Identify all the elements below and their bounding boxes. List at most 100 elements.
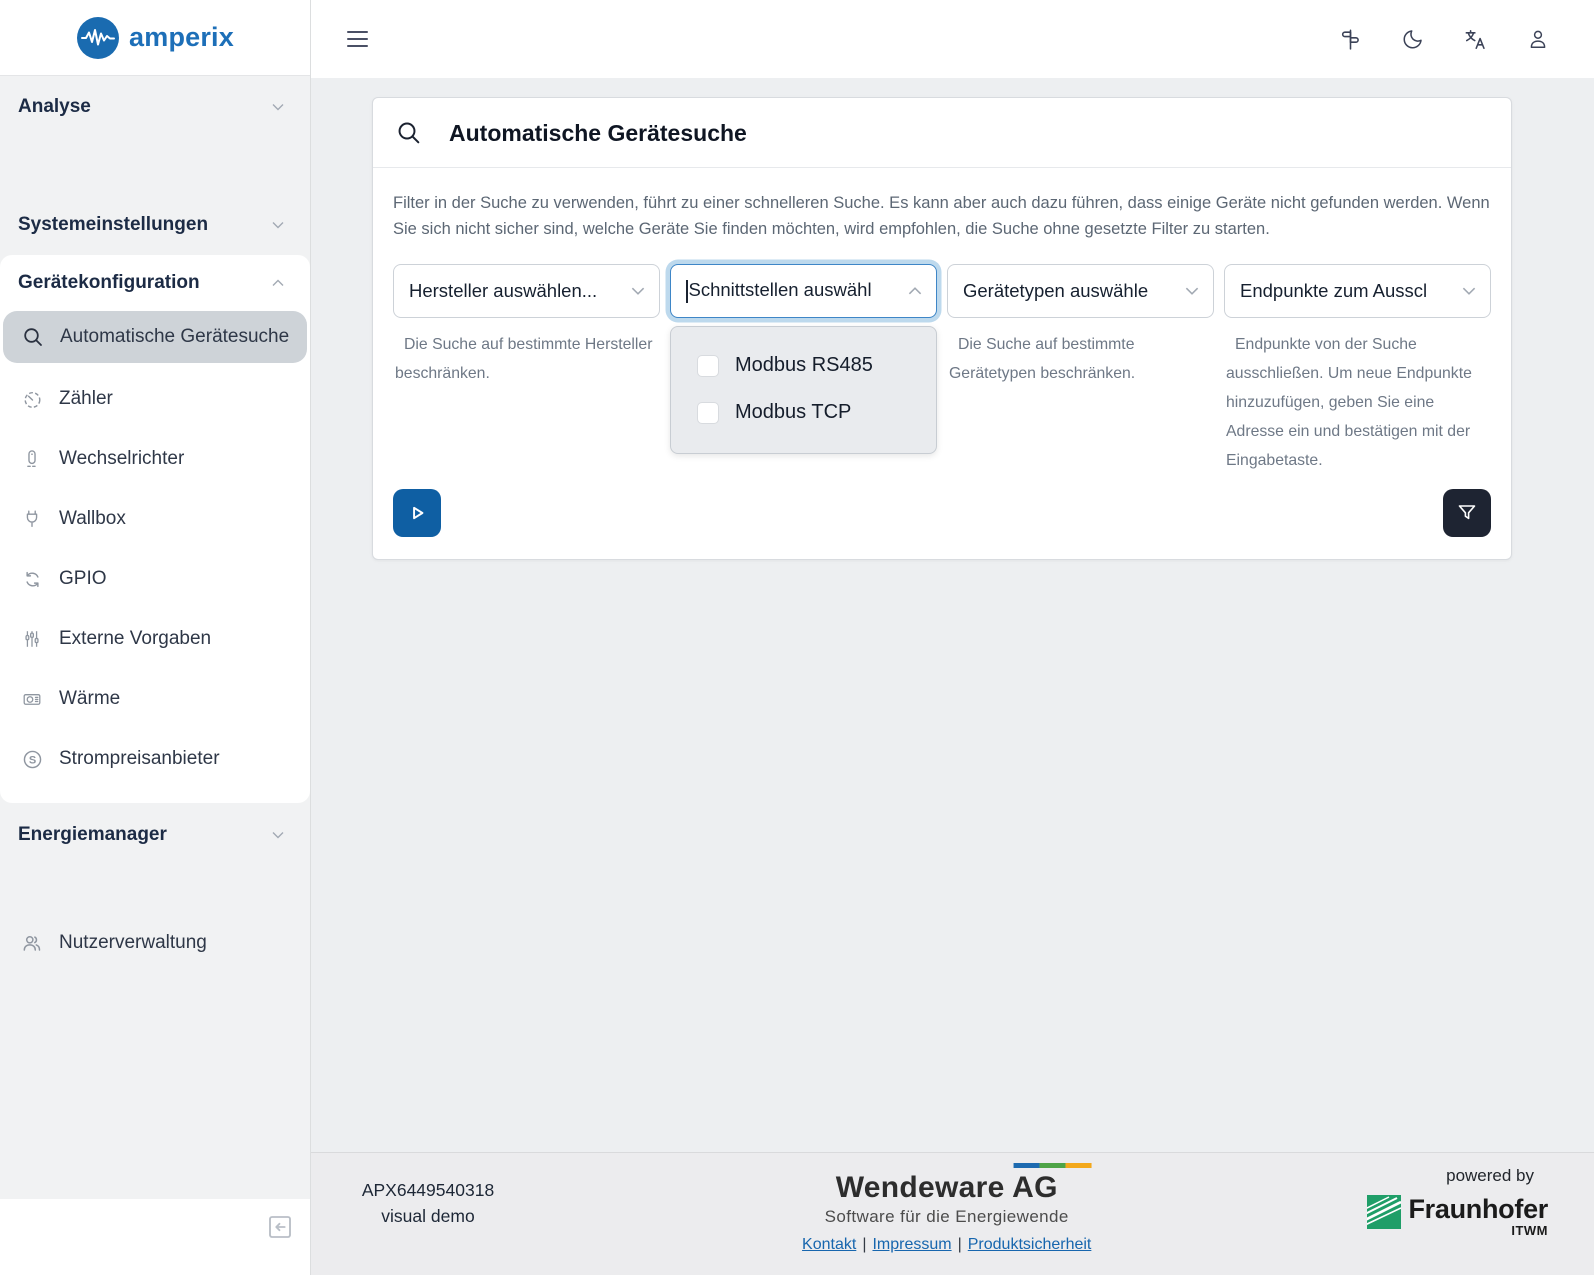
search-icon — [395, 119, 423, 147]
sidebar-item-waerme[interactable]: Wärme — [0, 669, 310, 729]
card-header: Automatische Gerätesuche — [373, 98, 1511, 168]
cycle-arrows-icon — [20, 568, 44, 591]
language-button[interactable] — [1463, 27, 1488, 52]
section-label: Systemeinstellungen — [18, 214, 208, 236]
filter-row: Hersteller auswählen... Die Suche auf be… — [393, 264, 1491, 475]
helper-text: Die Suche auf bestimmte Gerätetypen besc… — [949, 330, 1212, 388]
sidebar-item-label: GPIO — [59, 568, 107, 590]
sidebar-item-label: Zähler — [59, 388, 113, 410]
amperix-logo-icon — [76, 16, 120, 60]
page-footer: APX6449540318 visual demo Wendeware AG S… — [311, 1152, 1594, 1275]
meter-icon — [20, 388, 44, 411]
start-search-button[interactable] — [393, 489, 441, 537]
chevron-down-icon — [270, 99, 286, 115]
account-button[interactable] — [1526, 27, 1550, 51]
sidebar-item-nutzerverwaltung[interactable]: Nutzerverwaltung — [0, 913, 310, 973]
sidebar-item-strompreisanbieter[interactable]: S Strompreisanbieter — [0, 729, 310, 789]
svg-text:S: S — [28, 754, 35, 766]
text-cursor — [686, 280, 688, 303]
sidebar-item-gpio[interactable]: GPIO — [0, 549, 310, 609]
device-info: APX6449540318 visual demo — [333, 1177, 523, 1230]
select-placeholder: Schnittstellen auswähl — [686, 279, 900, 303]
sidebar-item-label: Wärme — [59, 688, 120, 710]
logo-text: amperix — [129, 22, 234, 53]
powered-by-block: powered by Fraunhofer ITWM — [1367, 1166, 1548, 1238]
inverter-icon — [20, 448, 44, 470]
device-search-card: Automatische Gerätesuche Filter in der S… — [372, 97, 1512, 560]
sidebar-item-wallbox[interactable]: Wallbox — [0, 489, 310, 549]
sidebar-item-label: Externe Vorgaben — [59, 628, 211, 650]
chevron-down-icon — [270, 217, 286, 233]
section-label: Energiemanager — [18, 824, 167, 846]
sidebar-footer — [0, 1199, 310, 1275]
filter-settings-button[interactable] — [1443, 489, 1491, 537]
page-title: Automatische Gerätesuche — [449, 120, 747, 147]
search-icon — [21, 325, 45, 349]
filter-hersteller: Hersteller auswählen... Die Suche auf be… — [393, 264, 660, 388]
powered-by-label: powered by — [1446, 1166, 1534, 1186]
play-icon — [404, 500, 430, 526]
select-placeholder: Gerätetypen auswähle — [963, 280, 1177, 302]
sidebar-item-automatische-geraetesuche[interactable]: Automatische Gerätesuche — [3, 311, 307, 363]
users-icon — [20, 931, 44, 955]
moon-icon — [1401, 27, 1425, 51]
link-produktsicherheit[interactable]: Produktsicherheit — [968, 1236, 1092, 1253]
funnel-icon — [1455, 501, 1479, 525]
sidebar-item-label: Automatische Gerätesuche — [60, 326, 289, 348]
sidebar-item-zaehler[interactable]: Zähler — [0, 369, 310, 429]
collapse-sidebar-button[interactable] — [264, 1211, 296, 1243]
sidebar-section-geraetekonfiguration[interactable]: Gerätekonfiguration — [0, 261, 310, 305]
section-label: Gerätekonfiguration — [18, 272, 200, 294]
option-modbus-rs485[interactable]: Modbus RS485 — [671, 342, 936, 389]
filter-endpunkte: Endpunkte zum Ausscl Endpunkte von der S… — [1224, 264, 1491, 475]
select-placeholder: Endpunkte zum Ausscl — [1240, 280, 1454, 302]
topbar — [311, 0, 1594, 78]
link-impressum[interactable]: Impressum — [872, 1236, 951, 1253]
option-modbus-tcp[interactable]: Modbus TCP — [671, 389, 936, 436]
footer-links: Kontakt|Impressum|Produktsicherheit — [802, 1236, 1091, 1254]
endpunkte-select[interactable]: Endpunkte zum Ausscl — [1224, 264, 1491, 318]
sidebar-item-label: Wechselrichter — [59, 448, 184, 470]
signpost-icon — [1338, 27, 1363, 52]
sliders-icon — [20, 628, 44, 650]
helper-text: Die Suche auf bestimmte Hersteller besch… — [395, 330, 658, 388]
sidebar-item-label: Strompreisanbieter — [59, 748, 220, 770]
schnittstellen-select[interactable]: Schnittstellen auswähl — [670, 264, 937, 318]
sidebar-nav: Analyse Systemeinstellungen Gerätekonfig… — [0, 76, 310, 1199]
sidebar-section-energiemanager[interactable]: Energiemanager — [0, 813, 310, 857]
chevron-down-icon — [629, 282, 647, 300]
chevron-up-icon — [906, 282, 924, 300]
fraunhofer-icon — [1367, 1195, 1401, 1229]
sidebar-section-analyse[interactable]: Analyse — [0, 85, 310, 129]
menu-button[interactable] — [347, 31, 371, 47]
device-id: APX6449540318 — [333, 1177, 523, 1203]
geraetetypen-select[interactable]: Gerätetypen auswähle — [947, 264, 1214, 318]
sidebar-item-externe-vorgaben[interactable]: Externe Vorgaben — [0, 609, 310, 669]
signpost-button[interactable] — [1338, 27, 1363, 52]
sidebar-item-label: Nutzerverwaltung — [59, 932, 207, 954]
filter-geraetetypen: Gerätetypen auswähle Die Suche auf besti… — [947, 264, 1214, 388]
logo[interactable]: amperix — [0, 0, 310, 76]
translate-icon — [1463, 27, 1488, 52]
chevron-down-icon — [1460, 282, 1478, 300]
brand-tagline: Software für die Energiewende — [825, 1207, 1069, 1227]
dark-mode-button[interactable] — [1401, 27, 1425, 51]
option-label: Modbus RS485 — [735, 354, 873, 377]
hersteller-select[interactable]: Hersteller auswählen... — [393, 264, 660, 318]
chevron-up-icon — [270, 275, 286, 291]
checkbox[interactable] — [697, 402, 719, 424]
checkbox[interactable] — [697, 355, 719, 377]
heater-icon — [20, 688, 44, 710]
actions-row — [393, 489, 1491, 537]
price-circle-icon: S — [20, 748, 44, 771]
user-icon — [1526, 27, 1550, 51]
schnittstellen-dropdown: Modbus RS485 Modbus TCP — [670, 326, 937, 454]
section-label: Analyse — [18, 96, 91, 118]
main-column: Automatische Gerätesuche Filter in der S… — [311, 0, 1594, 1275]
fraunhofer-logo: Fraunhofer ITWM — [1367, 1195, 1548, 1238]
plug-icon — [20, 508, 44, 530]
sidebar-item-wechselrichter[interactable]: Wechselrichter — [0, 429, 310, 489]
brand-color-bar — [1013, 1163, 1091, 1168]
sidebar-section-systemeinstellungen[interactable]: Systemeinstellungen — [0, 203, 310, 247]
link-kontakt[interactable]: Kontakt — [802, 1236, 856, 1253]
